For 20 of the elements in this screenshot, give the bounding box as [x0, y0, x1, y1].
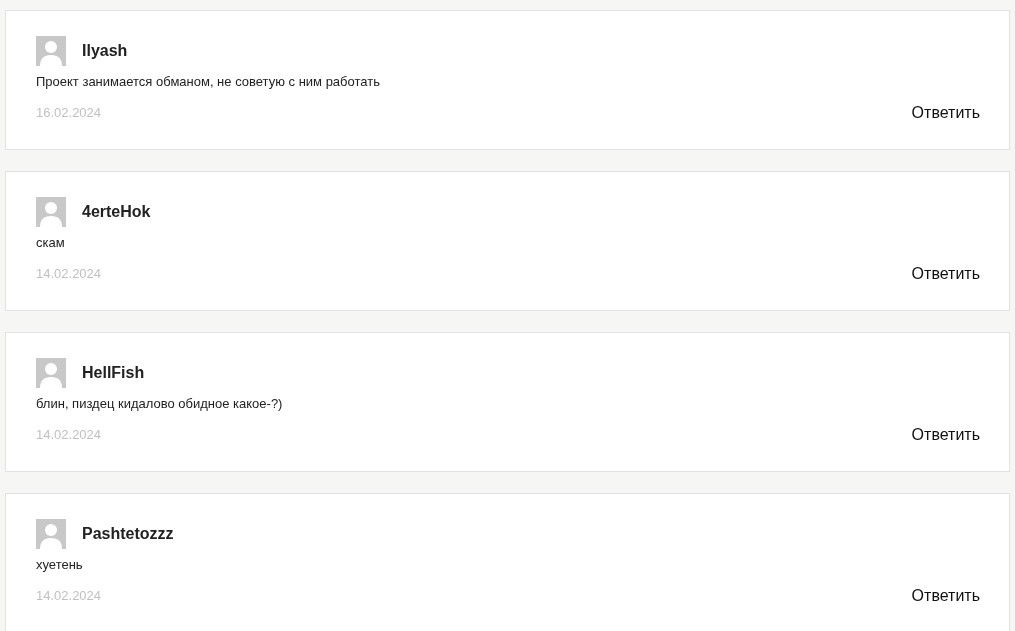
comment-date: 14.02.2024 — [36, 265, 102, 284]
comment-text: хуетень — [36, 556, 84, 574]
author-name: 4erteHok — [82, 202, 151, 222]
reply-button[interactable]: Ответить — [911, 262, 980, 286]
reply-button[interactable]: Ответить — [911, 423, 980, 447]
author-name: Ilyash — [82, 41, 128, 61]
comment-text: блин, пиздец кидалово обидное какое-?) — [36, 395, 284, 413]
comment-text: скам — [36, 234, 66, 252]
author-name: Pashtetozzz — [82, 524, 174, 544]
comment-date: 14.02.2024 — [36, 587, 102, 606]
author-name: HellFish — [82, 363, 145, 383]
avatar-icon — [36, 358, 66, 388]
avatar-icon — [36, 519, 66, 549]
avatar-icon — [36, 36, 66, 66]
comment-date: 14.02.2024 — [36, 426, 102, 445]
comment-date: 16.02.2024 — [36, 104, 102, 123]
reply-button[interactable]: Ответить — [911, 101, 980, 125]
avatar-icon — [36, 197, 66, 227]
comment-text: Проект занимается обманом, не советую с ним работать — [36, 73, 381, 91]
reply-button[interactable]: Ответить — [911, 584, 980, 608]
